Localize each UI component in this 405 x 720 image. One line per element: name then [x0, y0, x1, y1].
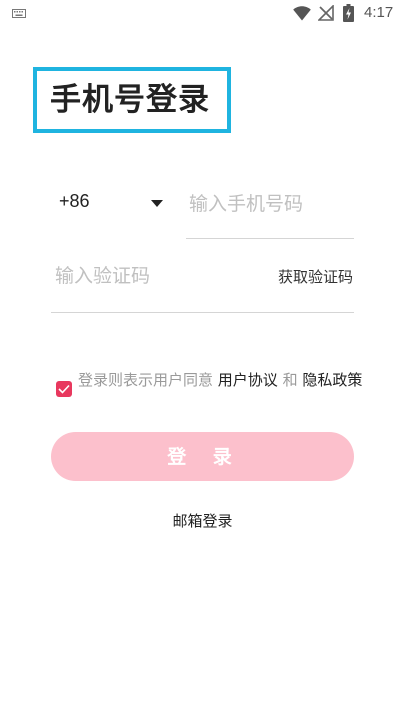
country-code-selector[interactable]: +86 — [59, 191, 90, 212]
wifi-icon — [293, 6, 311, 21]
email-login-link[interactable]: 邮箱登录 — [0, 510, 405, 531]
user-agreement-link[interactable]: 用户协议 — [218, 371, 278, 389]
phone-input-underline — [186, 238, 354, 239]
keyboard-icon — [12, 9, 26, 18]
no-signal-icon — [318, 5, 334, 21]
login-screen: 4:17 手机号登录 +86 获取验证码 登录则表示用户同意 用户协议 和 隐私… — [0, 0, 405, 720]
verification-code-input[interactable] — [53, 256, 255, 296]
agreement-checkbox[interactable] — [56, 381, 72, 397]
login-button[interactable]: 登 录 — [51, 432, 354, 481]
agreement-text: 登录则表示用户同意 用户协议 和 隐私政策 — [78, 370, 363, 390]
dropdown-arrow-icon[interactable] — [151, 200, 163, 207]
battery-charging-icon — [343, 4, 354, 22]
privacy-policy-link[interactable]: 隐私政策 — [302, 371, 362, 389]
code-input-underline — [51, 312, 354, 313]
page-title: 手机号登录 — [50, 82, 210, 118]
status-time: 4:17 — [364, 4, 394, 21]
phone-input[interactable] — [187, 184, 355, 224]
agreement-prefix: 登录则表示用户同意 — [78, 371, 214, 389]
get-code-button[interactable]: 获取验证码 — [278, 266, 353, 287]
check-icon — [58, 384, 70, 394]
agreement-and: 和 — [282, 371, 298, 389]
status-bar: 4:17 — [0, 0, 405, 28]
